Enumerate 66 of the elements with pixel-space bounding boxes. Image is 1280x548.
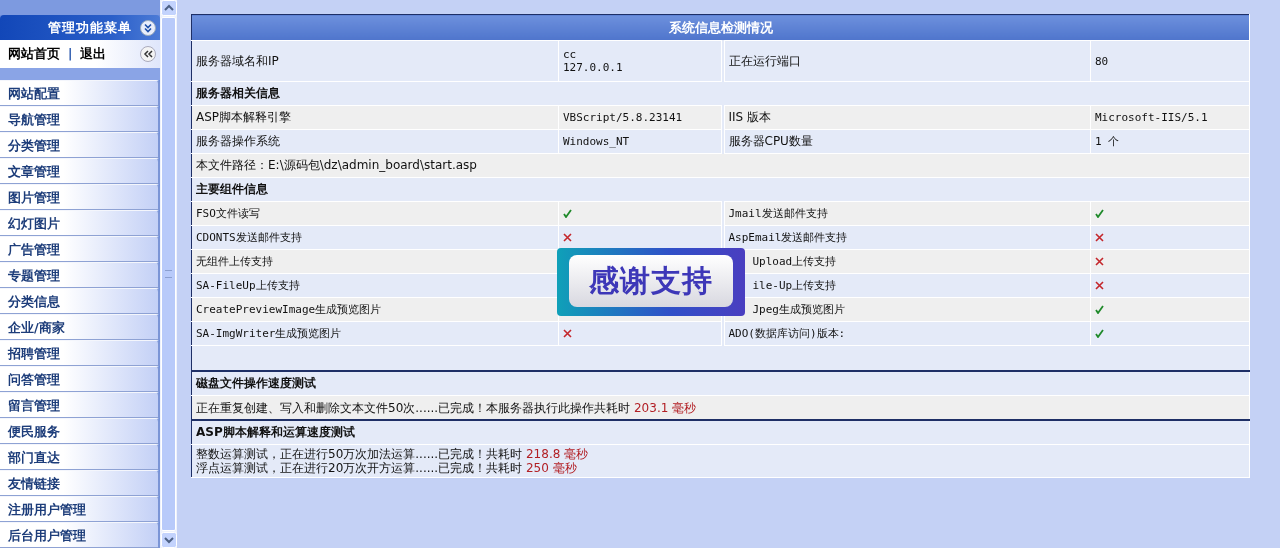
thanks-text: 感谢支持 bbox=[569, 255, 733, 307]
elapsed-time: 250 毫秒 bbox=[526, 461, 577, 475]
sidebar-item[interactable]: 友情链接 bbox=[0, 470, 160, 496]
elapsed-time: 203.1 毫秒 bbox=[634, 400, 697, 415]
table-cell: 服务器操作系统 bbox=[191, 129, 559, 154]
home-link[interactable]: 网站首页 bbox=[8, 45, 60, 63]
table-cell: CreatePreviewImage生成预览图片 bbox=[191, 297, 559, 322]
scroll-thumb[interactable] bbox=[161, 17, 176, 531]
sidebar-item[interactable]: 留言管理 bbox=[0, 392, 160, 418]
table-cell: IIS 版本 bbox=[722, 105, 1091, 130]
table-cell: VBScript/5.8.23141 bbox=[558, 105, 723, 130]
section-heading: ASP脚本解释和运算速度测试 bbox=[191, 420, 1250, 445]
table-cell: 正在运行端口 bbox=[722, 40, 1091, 82]
table-cell: AspEmail发送邮件支持 bbox=[728, 230, 848, 245]
sidebar-item[interactable]: 招聘管理 bbox=[0, 340, 160, 366]
table-cell: 80 bbox=[1090, 40, 1250, 82]
table-cell-text: 127.0.0.1 bbox=[563, 61, 624, 74]
menu-title: 管理功能菜单 bbox=[48, 18, 132, 37]
table-title: 系统信息检测情况 bbox=[191, 14, 1250, 41]
sidebar-item[interactable]: 便民服务 bbox=[0, 418, 160, 444]
table-cell: FSO文件读写 bbox=[191, 201, 559, 226]
chevron-down-icon[interactable] bbox=[140, 19, 156, 36]
section-heading: 服务器相关信息 bbox=[191, 81, 1250, 106]
section-heading: 主要组件信息 bbox=[191, 177, 1250, 202]
table-cell: Upload上传支持 bbox=[752, 254, 837, 269]
table-cell: Windows_NT bbox=[558, 129, 723, 154]
table-cell: 服务器CPU数量 bbox=[722, 129, 1091, 154]
sidebar-item[interactable]: 注册用户管理 bbox=[0, 496, 160, 522]
table-cell: Microsoft-IIS/5.1 bbox=[1090, 105, 1250, 130]
sidebar-item[interactable]: 企业/商家 bbox=[0, 314, 160, 340]
table-cell: ile-Up上传支持 bbox=[752, 278, 837, 293]
scrollbar[interactable] bbox=[160, 0, 177, 548]
scroll-up-icon[interactable] bbox=[160, 0, 177, 16]
test-result: 浮点运算测试，正在进行20万次开方运算......已完成！共耗时 bbox=[196, 461, 523, 475]
table-cell: 本文件路径：E:\源码包\dz\admin_board\start.asp bbox=[191, 153, 1250, 178]
sidebar-item[interactable]: 导航管理 bbox=[0, 106, 160, 132]
chevron-left-icon[interactable] bbox=[140, 46, 156, 62]
sidebar-item[interactable]: 分类管理 bbox=[0, 132, 160, 158]
sidebar-item[interactable]: 幻灯图片 bbox=[0, 210, 160, 236]
elapsed-time: 218.8 毫秒 bbox=[526, 447, 589, 461]
table-cell-text: cc bbox=[563, 48, 578, 61]
sidebar-item[interactable]: 后台用户管理 bbox=[0, 522, 160, 548]
table-cell: SA-ImgWriter生成预览图片 bbox=[191, 321, 559, 346]
table-cell: Jpeg生成预览图片 bbox=[752, 302, 845, 317]
table-cell: SA-FileUp上传支持 bbox=[191, 273, 559, 298]
table-cell: 无组件上传支持 bbox=[191, 249, 559, 274]
table-cell: 服务器域名和IP bbox=[191, 40, 559, 82]
table-cell: ASP脚本解释引擎 bbox=[191, 105, 559, 130]
table-cell: CDONTS发送邮件支持 bbox=[191, 225, 559, 250]
sidebar-item[interactable]: 专题管理 bbox=[0, 262, 160, 288]
sidebar-item[interactable]: 文章管理 bbox=[0, 158, 160, 184]
sidebar-item[interactable]: 网站配置 bbox=[0, 80, 160, 106]
sidebar-item[interactable]: 图片管理 bbox=[0, 184, 160, 210]
sidebar-item[interactable]: 广告管理 bbox=[0, 236, 160, 262]
table-cell: ADO(数据库访问)版本: bbox=[728, 326, 846, 341]
logout-link[interactable]: 退出 bbox=[80, 45, 107, 63]
test-result: 正在重复创建、写入和删除文本文件50次......已完成！本服务器执行此操作共耗时 bbox=[196, 400, 631, 415]
scroll-down-icon[interactable] bbox=[160, 532, 177, 548]
table-cell: 1 个 bbox=[1090, 129, 1250, 154]
sidebar-item[interactable]: 问答管理 bbox=[0, 366, 160, 392]
section-heading: 磁盘文件操作速度测试 bbox=[191, 371, 1250, 396]
test-result: 整数运算测试，正在进行50万次加法运算......已完成！共耗时 bbox=[196, 447, 523, 461]
sidebar-item[interactable]: 部门直达 bbox=[0, 444, 160, 470]
sidebar-item[interactable]: 分类信息 bbox=[0, 288, 160, 314]
separator: | bbox=[68, 47, 73, 61]
table-cell: Jmail发送邮件支持 bbox=[728, 206, 828, 221]
